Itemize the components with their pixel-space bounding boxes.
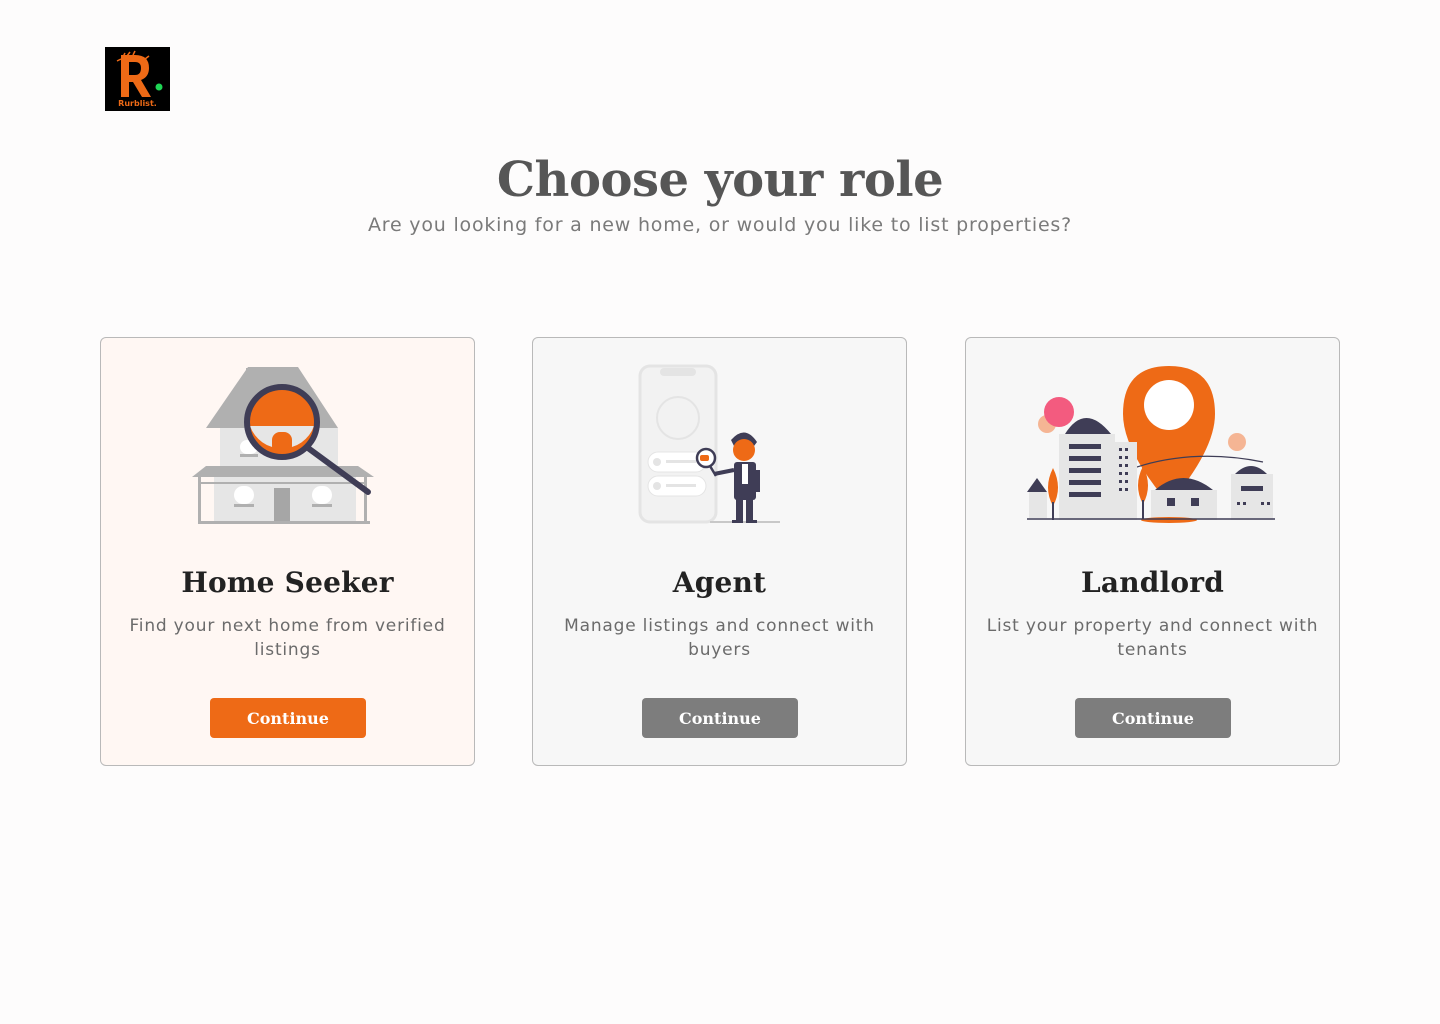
role-title: Home Seeker (181, 566, 394, 599)
role-description: Manage listings and connect with buyers (564, 616, 875, 660)
role-title: Landlord (1080, 566, 1224, 599)
city-location-pin-icon (966, 362, 1339, 552)
continue-button-home-seeker[interactable]: Continue (210, 698, 366, 738)
page-header: Choose your role Are you looking for a n… (0, 148, 1440, 236)
role-description: Find your next home from verified listin… (129, 616, 446, 660)
role-card-landlord[interactable]: Landlord List your property and connect … (965, 337, 1340, 766)
continue-button-landlord[interactable]: Continue (1075, 698, 1231, 738)
agent-phone-icon (533, 362, 906, 552)
logo-wordmark: Rurblist. (118, 99, 157, 108)
brand-logo[interactable]: Rurblist. (105, 47, 170, 111)
continue-button-agent[interactable]: Continue (642, 698, 798, 738)
house-magnifier-icon (101, 362, 474, 552)
role-card-agent[interactable]: Agent Manage listings and connect with b… (532, 337, 907, 766)
role-title: Agent (672, 566, 767, 599)
role-card-home-seeker[interactable]: Home Seeker Find your next home from ver… (100, 337, 475, 766)
page-title: Choose your role (496, 152, 944, 208)
page-subtitle: Are you looking for a new home, or would… (367, 214, 1073, 236)
role-description: List your property and connect with tena… (986, 616, 1319, 660)
